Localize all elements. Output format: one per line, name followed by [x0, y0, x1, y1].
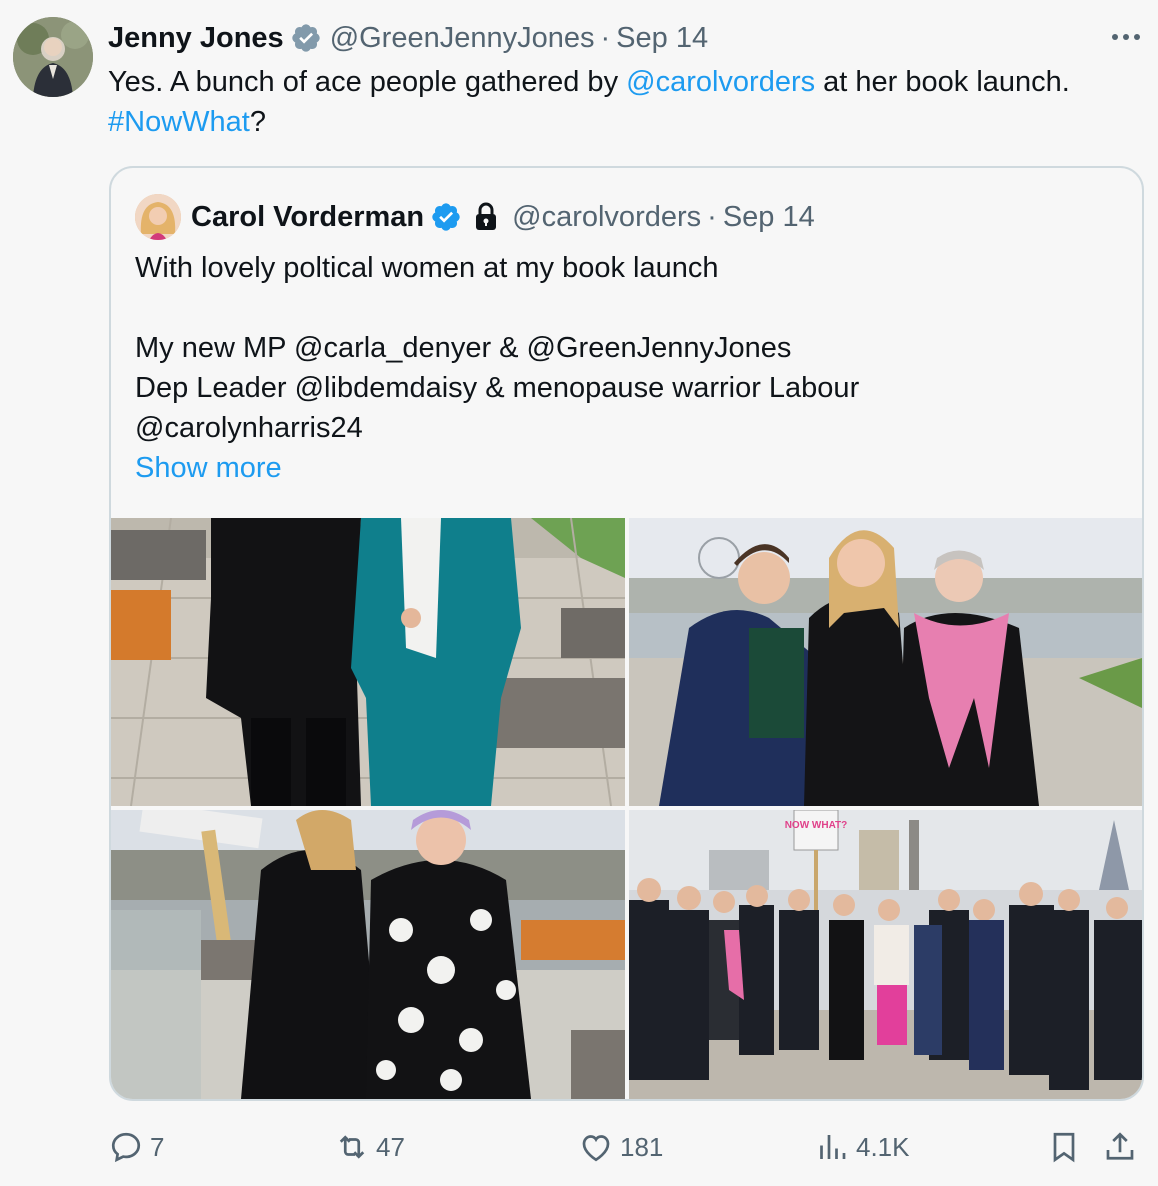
- tweet-text-part: Yes. A bunch of ace people gathered by: [108, 66, 627, 98]
- repost-button[interactable]: 47: [334, 1122, 405, 1172]
- bookmark-button[interactable]: [1046, 1122, 1088, 1172]
- photo-2[interactable]: [629, 518, 1142, 806]
- separator-dot: ·: [600, 21, 611, 54]
- bookmark-icon: [1053, 1132, 1075, 1163]
- heart-icon: [582, 1135, 610, 1162]
- lock-icon: [472, 202, 500, 232]
- separator-dot: ·: [707, 200, 717, 233]
- hashtag-link[interactable]: #NowWhat: [108, 106, 250, 138]
- quote-header: Carol Vorderman @carolvorders · Sep 14: [135, 192, 815, 242]
- views-button[interactable]: 4.1K: [814, 1122, 910, 1172]
- tweet-text-part: at her book launch.: [815, 66, 1070, 98]
- photo-grid: NOW WHAT?: [111, 518, 1142, 1099]
- repost-count: 47: [376, 1131, 405, 1162]
- verified-badge-icon[interactable]: [290, 22, 322, 54]
- quote-line: @carolynharris24: [135, 412, 363, 444]
- author-handle[interactable]: @GreenJennyJones: [330, 22, 595, 55]
- tweet-text-part: ?: [249, 106, 266, 138]
- author-name[interactable]: Jenny Jones: [108, 22, 284, 55]
- quoted-tweet[interactable]: Carol Vorderman @carolvorders · Sep 14 W…: [109, 166, 1144, 1101]
- photo-4[interactable]: NOW WHAT?: [629, 810, 1142, 1099]
- like-button[interactable]: 181: [578, 1122, 663, 1172]
- show-more-link[interactable]: Show more: [135, 448, 1115, 488]
- quote-author-name[interactable]: Carol Vorderman: [191, 201, 424, 234]
- tweet-header: Jenny Jones @GreenJennyJones · Sep 14: [108, 18, 1138, 58]
- share-icon: [1106, 1132, 1134, 1160]
- quote-text: With lovely poltical women at my book la…: [135, 248, 1115, 488]
- photo-3[interactable]: [111, 810, 625, 1099]
- share-button[interactable]: [1102, 1122, 1144, 1172]
- quote-date[interactable]: Sep 14: [723, 201, 815, 234]
- photo-1[interactable]: [111, 518, 625, 806]
- views-count: 4.1K: [856, 1131, 910, 1162]
- quote-avatar[interactable]: [135, 194, 181, 240]
- tweet-actions: 7 47 181 4.1K: [108, 1122, 1148, 1172]
- reply-button[interactable]: 7: [108, 1122, 164, 1172]
- reply-count: 7: [150, 1131, 165, 1162]
- sign-text: NOW WHAT?: [785, 820, 848, 831]
- verified-badge-icon[interactable]: [430, 201, 462, 233]
- more-dots-icon[interactable]: [1108, 22, 1144, 52]
- tweet-date[interactable]: Sep 14: [616, 22, 708, 55]
- quote-line: With lovely poltical women at my book la…: [135, 252, 719, 284]
- mention-link[interactable]: @carolvorders: [626, 66, 815, 98]
- tweet-text: Yes. A bunch of ace people gathered by @…: [108, 62, 1138, 142]
- reply-icon: [111, 1132, 141, 1163]
- like-count: 181: [620, 1131, 664, 1162]
- quote-line: Dep Leader @libdemdaisy & menopause warr…: [135, 372, 860, 404]
- quote-line: My new MP @carla_denyer & @GreenJennyJon…: [135, 332, 792, 364]
- quote-author-handle[interactable]: @carolvorders: [512, 201, 701, 234]
- views-chart-icon: [820, 1135, 846, 1159]
- author-avatar[interactable]: [13, 17, 93, 97]
- repost-icon: [339, 1135, 365, 1159]
